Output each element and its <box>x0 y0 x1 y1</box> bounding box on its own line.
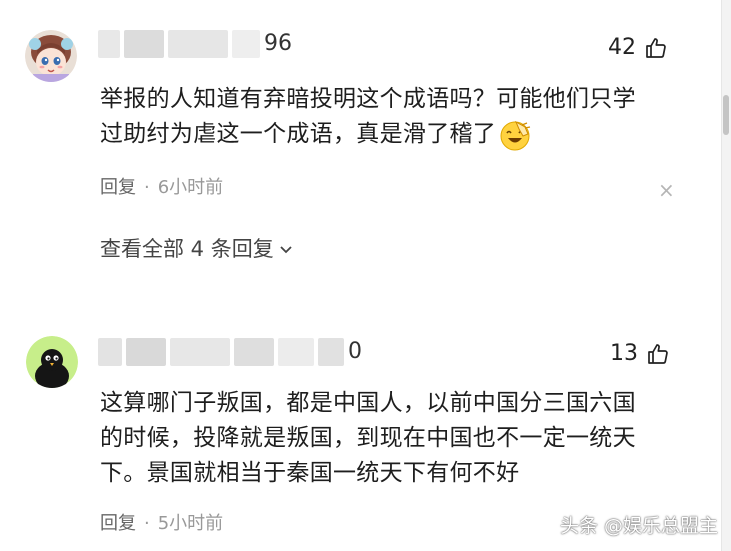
scrollbar-track[interactable] <box>721 0 731 551</box>
blurred-name-segment <box>98 338 122 366</box>
comment-meta-1: 回复 · 6小时前 <box>100 176 223 200</box>
view-all-replies-button[interactable]: 查看全部 4 条回复 <box>100 235 294 263</box>
like-button-1[interactable]: 42 <box>608 34 668 62</box>
comment-text-2: 这算哪门子叛国，都是中国人，以前中国分三国六国 的时候，投降就是叛国，到现在中国… <box>100 386 700 491</box>
comment-line: 下。景国就相当于秦国一统天下有何不好 <box>100 460 520 486</box>
view-all-replies-label: 查看全部 4 条回复 <box>100 237 274 261</box>
blurred-name-segment <box>234 338 274 366</box>
reply-button[interactable]: 回复 <box>100 512 136 536</box>
thumbs-up-icon <box>648 344 668 364</box>
blurred-name-segment <box>98 30 120 58</box>
comment-line: 过助纣为虐这一个成语，真是滑了稽了 <box>100 121 497 147</box>
blurred-name-segment <box>170 338 230 366</box>
comment-line: 举报的人知道有弃暗投明这个成语吗？可能他们只学 <box>100 86 636 112</box>
facepalm-laugh-emoji <box>500 120 531 150</box>
like-button-2[interactable]: 13 <box>610 340 670 368</box>
like-count: 42 <box>608 35 636 60</box>
comment-text-1: 举报的人知道有弃暗投明这个成语吗？可能他们只学 过助纣为虐这一个成语，真是滑了稽… <box>100 82 700 152</box>
bird-avatar-icon <box>26 336 78 388</box>
blurred-name-segment <box>232 30 260 58</box>
username-2[interactable]: 0 <box>98 338 362 366</box>
comment-meta-2: 回复 · 5小时前 <box>100 512 223 536</box>
dismiss-icon[interactable]: × <box>658 180 675 200</box>
comment-line: 的时候，投降就是叛国，到现在中国也不一定一统天 <box>100 425 636 451</box>
comment-line: 这算哪门子叛国，都是中国人，以前中国分三国六国 <box>100 390 636 416</box>
blurred-name-segment <box>318 338 344 366</box>
watermark: 头条 @娱乐总盟主 <box>560 515 719 537</box>
blurred-name-segment <box>124 30 164 58</box>
meta-separator: · <box>144 513 150 534</box>
anime-girl-avatar-icon <box>25 30 77 82</box>
meta-separator: · <box>144 177 150 198</box>
username-1[interactable]: 96 <box>98 30 292 58</box>
username-suffix: 0 <box>348 339 362 364</box>
comment-line-with-emoji: 过助纣为虐这一个成语，真是滑了稽了 <box>100 117 700 152</box>
timestamp: 6小时前 <box>157 177 224 198</box>
reply-button[interactable]: 回复 <box>100 176 136 200</box>
timestamp: 5小时前 <box>157 513 224 534</box>
thumbs-up-icon <box>646 38 666 58</box>
scrollbar-thumb[interactable] <box>723 95 729 135</box>
user-avatar-1[interactable] <box>25 30 77 82</box>
blurred-name-segment <box>126 338 166 366</box>
blurred-name-segment <box>278 338 314 366</box>
username-suffix: 96 <box>264 31 292 56</box>
chevron-down-icon <box>280 246 292 254</box>
like-count: 13 <box>610 341 638 366</box>
user-avatar-2[interactable] <box>26 336 78 388</box>
blurred-name-segment <box>168 30 228 58</box>
